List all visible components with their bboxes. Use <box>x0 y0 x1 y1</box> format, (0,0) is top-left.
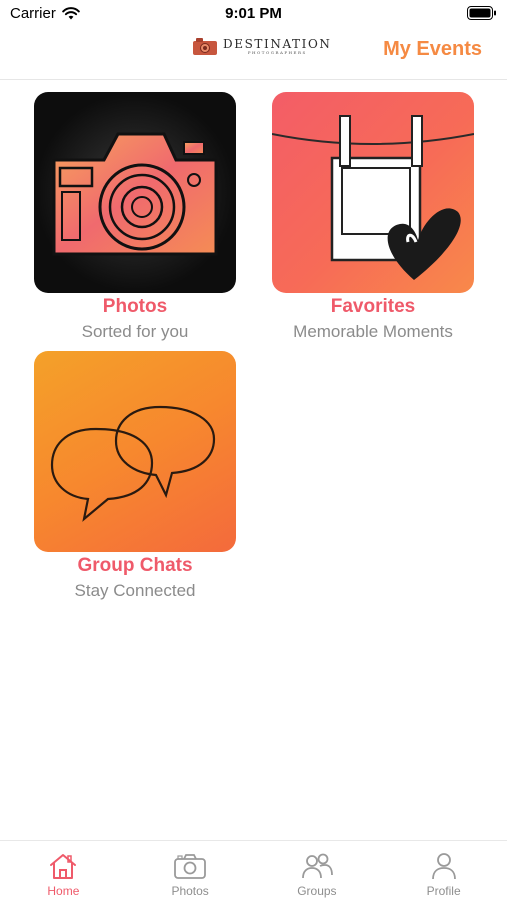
tab-bar: Home Photos Groups Profile <box>0 840 507 900</box>
my-events-button[interactable]: My Events <box>383 38 482 61</box>
group-chats-tile-subtitle: Stay Connected <box>74 581 196 600</box>
favorites-tile-subtitle: Memorable Moments <box>293 322 453 341</box>
camera-icon <box>174 854 207 879</box>
app-header: DESTINATION PHOTOGRAPHERS My Events <box>0 28 507 80</box>
tab-groups[interactable]: Groups <box>254 841 381 900</box>
photos-tile[interactable]: Photos Sorted for you <box>34 92 236 342</box>
photos-tile-title: Photos <box>102 296 168 317</box>
favorites-tile-title: Favorites <box>330 296 416 317</box>
polaroid-heart-icon <box>272 115 474 280</box>
photos-tile-subtitle: Sorted for you <box>81 322 189 341</box>
app-logo: DESTINATION PHOTOGRAPHERS <box>192 34 332 58</box>
status-time: 9:01 PM <box>225 5 282 22</box>
logo-subtext: PHOTOGRAPHERS <box>247 49 307 55</box>
camera-icon <box>52 132 218 256</box>
logo-text: DESTINATION PHOTOGRAPHERS <box>223 38 332 55</box>
status-bar: Carrier 9:01 PM <box>0 0 507 28</box>
photos-tile-image[interactable] <box>34 92 236 293</box>
battery-icon <box>467 6 496 20</box>
logo-mark-icon <box>193 38 217 55</box>
logo-word: DESTINATION <box>223 36 332 51</box>
home-icon <box>50 854 77 879</box>
tab-home[interactable]: Home <box>0 841 127 900</box>
group-chats-tile-title: Group Chats <box>77 555 193 576</box>
group-chats-tile[interactable]: Group Chats Stay Connected <box>34 351 236 601</box>
person-icon <box>431 853 456 880</box>
tab-profile[interactable]: Profile <box>380 841 507 900</box>
tab-groups-label: Groups <box>297 884 337 898</box>
favorites-tile-image[interactable] <box>272 92 474 293</box>
favorites-tile[interactable]: Favorites Memorable Moments <box>272 92 474 342</box>
tab-photos-label: Photos <box>171 884 209 898</box>
tab-home-label: Home <box>47 884 80 898</box>
group-chats-tile-image[interactable] <box>34 351 236 552</box>
tab-photos[interactable]: Photos <box>127 841 254 900</box>
people-icon <box>301 853 333 879</box>
tab-profile-label: Profile <box>426 884 461 898</box>
chat-bubbles-icon <box>50 405 216 522</box>
